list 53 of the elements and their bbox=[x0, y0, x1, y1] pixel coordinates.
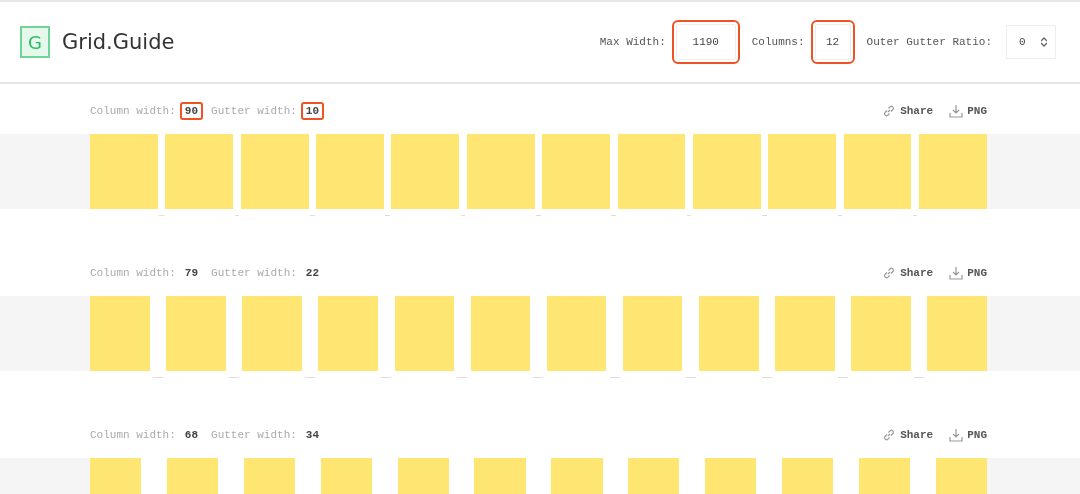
field-label: Max Width: bbox=[599, 36, 666, 48]
gutter-marker bbox=[152, 377, 163, 378]
app-title: Grid.Guide bbox=[62, 30, 175, 54]
gutter-width-label: Gutter width: bbox=[211, 267, 297, 279]
share-link[interactable]: Share bbox=[882, 104, 934, 118]
gutter-marker bbox=[536, 215, 541, 216]
field-label: Columns: bbox=[751, 36, 805, 48]
link-icon bbox=[882, 104, 897, 118]
gutter-marker bbox=[310, 215, 315, 216]
column-width-value: 68 bbox=[183, 428, 200, 443]
share-link[interactable]: Share bbox=[882, 266, 934, 280]
gutter-marker bbox=[457, 377, 468, 378]
column-width-label: Column width: bbox=[90, 105, 176, 117]
field-label: Outer Gutter Ratio: bbox=[866, 36, 992, 48]
stepper-icon bbox=[1041, 37, 1047, 47]
gutter-marker bbox=[837, 215, 843, 216]
logo-icon: G bbox=[20, 26, 50, 58]
gutter-marker bbox=[761, 377, 772, 378]
gutter-marker bbox=[609, 377, 620, 378]
gutter-width-value: 34 bbox=[304, 428, 321, 443]
gutter-marker bbox=[229, 377, 239, 378]
gutter-width-label: Gutter width: bbox=[211, 105, 297, 117]
download-icon bbox=[949, 266, 964, 280]
gutter-width-value: 10 bbox=[300, 102, 325, 120]
gutter-marker bbox=[914, 377, 925, 378]
gutter-marker bbox=[611, 215, 616, 216]
gutter-marker bbox=[381, 377, 392, 378]
gutter-marker bbox=[912, 215, 918, 216]
column-width-value: 90 bbox=[179, 102, 204, 120]
gutter-marker bbox=[234, 215, 240, 216]
gutter-marker bbox=[686, 215, 692, 216]
ratio-select[interactable]: 0 bbox=[1006, 25, 1056, 59]
gutter-marker bbox=[533, 377, 544, 378]
download-icon bbox=[949, 104, 964, 118]
column-width-label: Column width: bbox=[90, 429, 176, 441]
link-icon bbox=[882, 428, 897, 442]
png-download-link[interactable]: PNG bbox=[949, 104, 987, 118]
png-download-link[interactable]: PNG bbox=[949, 266, 987, 280]
share-link[interactable]: Share bbox=[882, 428, 934, 442]
link-icon bbox=[882, 266, 897, 280]
gutter-width-value: 22 bbox=[304, 266, 321, 281]
png-download-link[interactable]: PNG bbox=[949, 428, 987, 442]
column-width-value: 79 bbox=[183, 266, 200, 281]
gutter-marker bbox=[385, 215, 390, 216]
gutter-marker bbox=[762, 215, 767, 216]
gutter-marker bbox=[838, 377, 848, 378]
gutter-marker bbox=[460, 215, 466, 216]
download-icon bbox=[949, 428, 964, 442]
column-width-label: Column width: bbox=[90, 267, 176, 279]
gutter-marker bbox=[685, 377, 696, 378]
gutter-marker bbox=[305, 377, 316, 378]
gutter-width-label: Gutter width: bbox=[211, 429, 297, 441]
gutter-marker bbox=[159, 215, 164, 216]
